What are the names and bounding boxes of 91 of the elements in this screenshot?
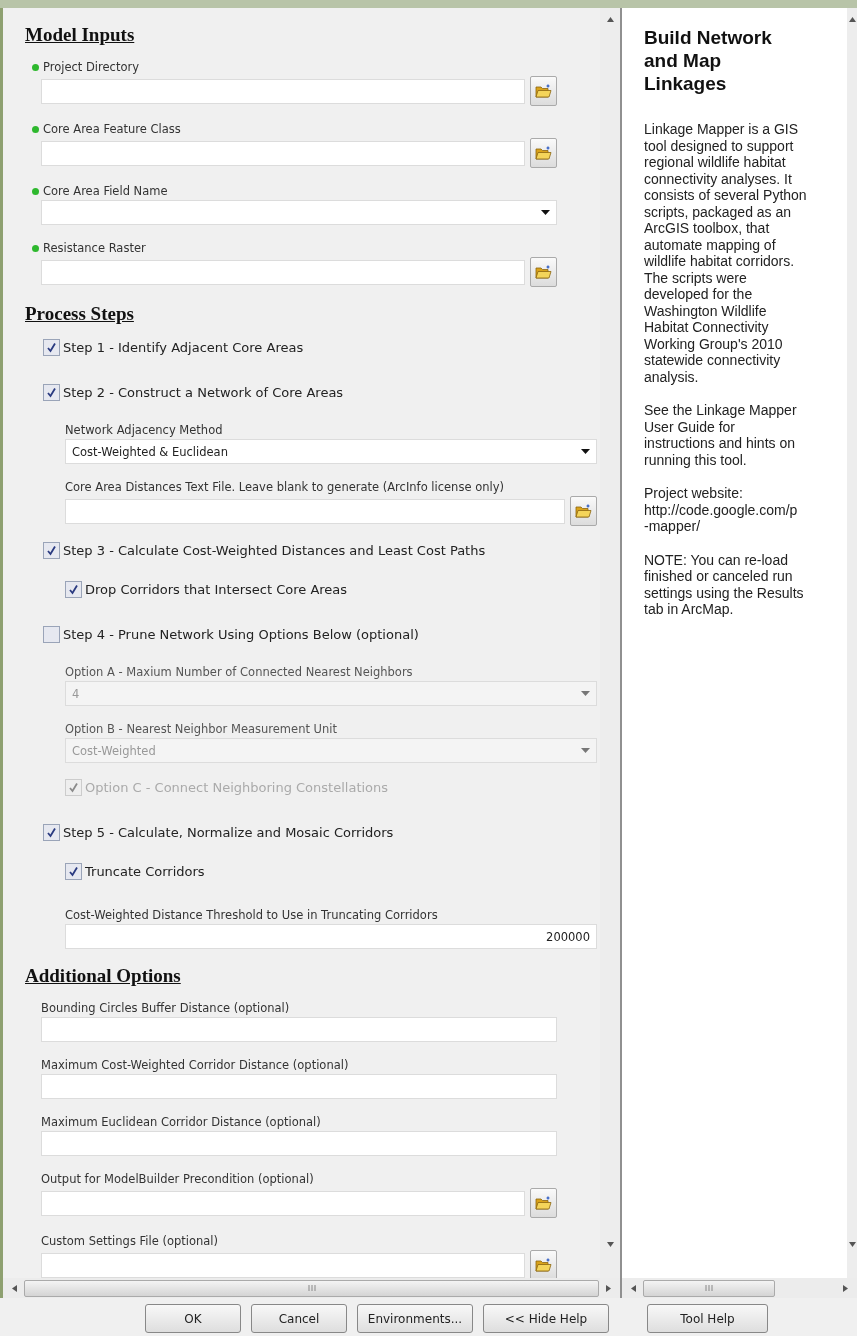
folder-icon	[535, 1258, 552, 1272]
field-label: Core Area Feature Class	[43, 122, 181, 136]
help-paragraph: Linkage Mapper is a GIS tool designed to support regional wildlife habitat connectivity analyses. It consists of several Python scripts, packaged as an ArcGIS toolbox, that automate mapping of wildlife habitat corridors. The scripts were developed for the Washington Wildlife Habitat Connectivity Working Group's 2010 statewide connectivity analysis.	[644, 121, 808, 385]
scroll-up-icon[interactable]	[848, 16, 856, 23]
checkbox[interactable]	[43, 339, 60, 356]
check-icon	[46, 545, 57, 556]
folder-icon	[535, 146, 552, 160]
help-text-line: Project website:	[644, 485, 744, 502]
input-field[interactable]	[41, 1131, 557, 1156]
field-label: Network Adjacency Method	[65, 423, 223, 437]
horizontal-scrollbar[interactable]	[622, 1278, 857, 1298]
field-label: Option A - Maxium Number of Connected Nearest Neighbors	[65, 665, 413, 679]
check-icon	[46, 387, 57, 398]
folder-icon	[535, 1196, 552, 1210]
checkbox[interactable]	[65, 863, 82, 880]
scroll-down-icon[interactable]	[848, 1241, 856, 1248]
browse-button[interactable]	[570, 496, 597, 526]
dropdown-field[interactable]: Cost-Weighted & Euclidean	[65, 439, 597, 464]
field-label: Option B - Nearest Neighbor Measurement Unit	[65, 722, 337, 736]
checkbox-label: Step 4 - Prune Network Using Options Below (optional)	[63, 627, 419, 642]
checkbox-label: Step 1 - Identify Adjacent Core Areas	[63, 340, 304, 355]
input-field[interactable]: 200000	[65, 924, 597, 949]
browse-button[interactable]	[530, 257, 557, 287]
field-label: Core Area Field Name	[43, 184, 168, 198]
field-label: Project Directory	[43, 60, 139, 74]
dropdown-arrow-icon	[581, 748, 590, 753]
scroll-up-icon[interactable]	[606, 16, 614, 23]
dialog-button[interactable]: Cancel	[251, 1304, 347, 1333]
folder-icon	[535, 265, 552, 279]
input-field[interactable]	[41, 1190, 525, 1216]
scroll-right-icon[interactable]	[605, 1284, 612, 1292]
checkbox[interactable]	[43, 824, 60, 841]
scroll-left-icon[interactable]	[630, 1284, 637, 1292]
help-text-line: http://code.google.com/p	[644, 501, 799, 518]
grip-icon	[705, 1285, 713, 1291]
scroll-left-icon[interactable]	[11, 1284, 18, 1292]
field-label: Bounding Circles Buffer Distance (optional)	[41, 1001, 290, 1015]
field-label: Resistance Raster	[43, 241, 146, 255]
checkbox[interactable]	[43, 626, 60, 643]
field-label: Core Area Distances Text File. Leave blank to generate (ArcInfo license only)	[65, 480, 504, 494]
section-heading: Additional Options	[25, 965, 181, 987]
dialog-button[interactable]: Environments...	[357, 1304, 473, 1333]
help-paragraph: See the Linkage Mapper User Guide for instructions and hints on running this tool.	[644, 402, 798, 468]
checkbox-label: Option C - Connect Neighboring Constellations	[85, 780, 389, 795]
field-label: Maximum Euclidean Corridor Distance (optional)	[41, 1115, 321, 1129]
dialog-button[interactable]: << Hide Help	[483, 1304, 609, 1333]
field-label: Output for ModelBuilder Precondition (optional)	[41, 1172, 314, 1186]
field-label: Maximum Cost-Weighted Corridor Distance (optional)	[41, 1058, 349, 1072]
checkbox-label: Step 2 - Construct a Network of Core Areas	[63, 385, 344, 400]
dropdown-arrow-icon	[581, 691, 590, 696]
input-field[interactable]	[41, 259, 525, 285]
browse-button[interactable]	[530, 1250, 557, 1278]
dialog-button[interactable]: OK	[145, 1304, 241, 1333]
folder-icon	[535, 84, 552, 98]
horizontal-scrollbar[interactable]	[3, 1278, 620, 1298]
help-paragraph: NOTE: You can re-load finished or canceled run settings using the Results tab in ArcMap.	[644, 551, 805, 618]
dropdown-arrow-icon	[581, 449, 590, 454]
browse-button[interactable]	[530, 76, 557, 106]
dialog-button[interactable]: Tool Help	[647, 1304, 768, 1333]
input-field[interactable]	[41, 140, 525, 166]
help-title: Build Network and Map Linkages	[644, 26, 773, 95]
check-icon	[68, 782, 79, 793]
scroll-right-icon[interactable]	[842, 1284, 849, 1292]
input-field[interactable]	[41, 1074, 557, 1099]
browse-button[interactable]	[530, 138, 557, 168]
help-text-line: -mapper/	[644, 518, 702, 535]
checkbox-label: Drop Corridors that Intersect Core Areas	[85, 582, 348, 597]
field-label: Cost-Weighted Distance Threshold to Use in Truncating Corridors	[65, 908, 438, 922]
input-field[interactable]	[41, 78, 525, 104]
check-icon	[68, 584, 79, 595]
checkbox[interactable]	[43, 384, 60, 401]
field-label: Custom Settings File (optional)	[41, 1234, 218, 1248]
folder-icon	[575, 504, 592, 518]
checkbox-label: Truncate Corridors	[85, 864, 205, 879]
grip-icon	[307, 1285, 316, 1291]
check-icon	[46, 342, 57, 353]
dropdown-arrow-icon	[541, 210, 550, 215]
dropdown-field[interactable]	[41, 200, 557, 225]
section-heading: Model Inputs	[25, 24, 135, 46]
checkbox[interactable]	[43, 542, 60, 559]
check-icon	[46, 827, 57, 838]
input-field[interactable]	[41, 1017, 557, 1042]
checkbox-label: Step 5 - Calculate, Normalize and Mosaic Corridors	[63, 825, 394, 840]
scroll-down-icon[interactable]	[606, 1241, 614, 1248]
input-field[interactable]	[65, 498, 565, 524]
checkbox[interactable]	[65, 581, 82, 598]
browse-button[interactable]	[530, 1188, 557, 1218]
check-icon	[68, 866, 79, 877]
input-field[interactable]	[41, 1252, 525, 1278]
checkbox-label: Step 3 - Calculate Cost-Weighted Distances and Least Cost Paths	[63, 543, 486, 558]
section-heading: Process Steps	[25, 303, 134, 325]
